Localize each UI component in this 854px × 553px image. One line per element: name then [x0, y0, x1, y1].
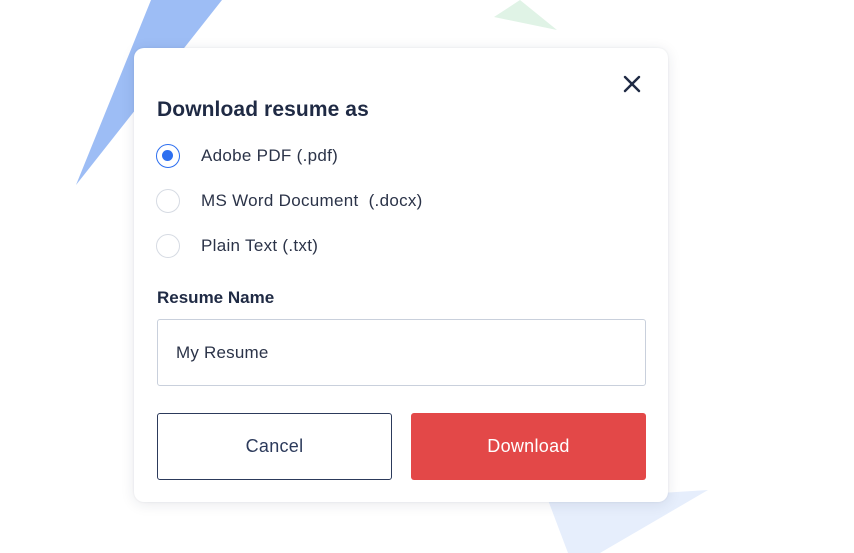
option-label-txt: Plain Text (.txt) — [201, 236, 319, 255]
radio-txt[interactable] — [156, 234, 180, 258]
resume-name-input[interactable] — [157, 319, 646, 386]
radio-pdf[interactable] — [156, 144, 180, 168]
close-icon — [623, 75, 641, 93]
download-button[interactable]: Download — [411, 413, 646, 480]
format-option-txt[interactable]: Plain Text (.txt) — [156, 232, 318, 260]
radio-docx[interactable] — [156, 189, 180, 213]
cancel-button[interactable]: Cancel — [157, 413, 392, 480]
option-label-pdf: Adobe PDF (.pdf) — [201, 146, 339, 165]
decor-triangle-green — [494, 0, 557, 30]
format-option-docx[interactable]: MS Word Document (.docx) — [156, 187, 423, 215]
download-dialog: Download resume as Adobe PDF (.pdf) MS W… — [134, 48, 668, 502]
close-button[interactable] — [618, 70, 646, 98]
dialog-title: Download resume as — [157, 98, 369, 121]
format-option-pdf[interactable]: Adobe PDF (.pdf) — [156, 142, 338, 170]
resume-name-label: Resume Name — [157, 288, 275, 307]
option-label-docx: MS Word Document (.docx) — [201, 191, 423, 210]
